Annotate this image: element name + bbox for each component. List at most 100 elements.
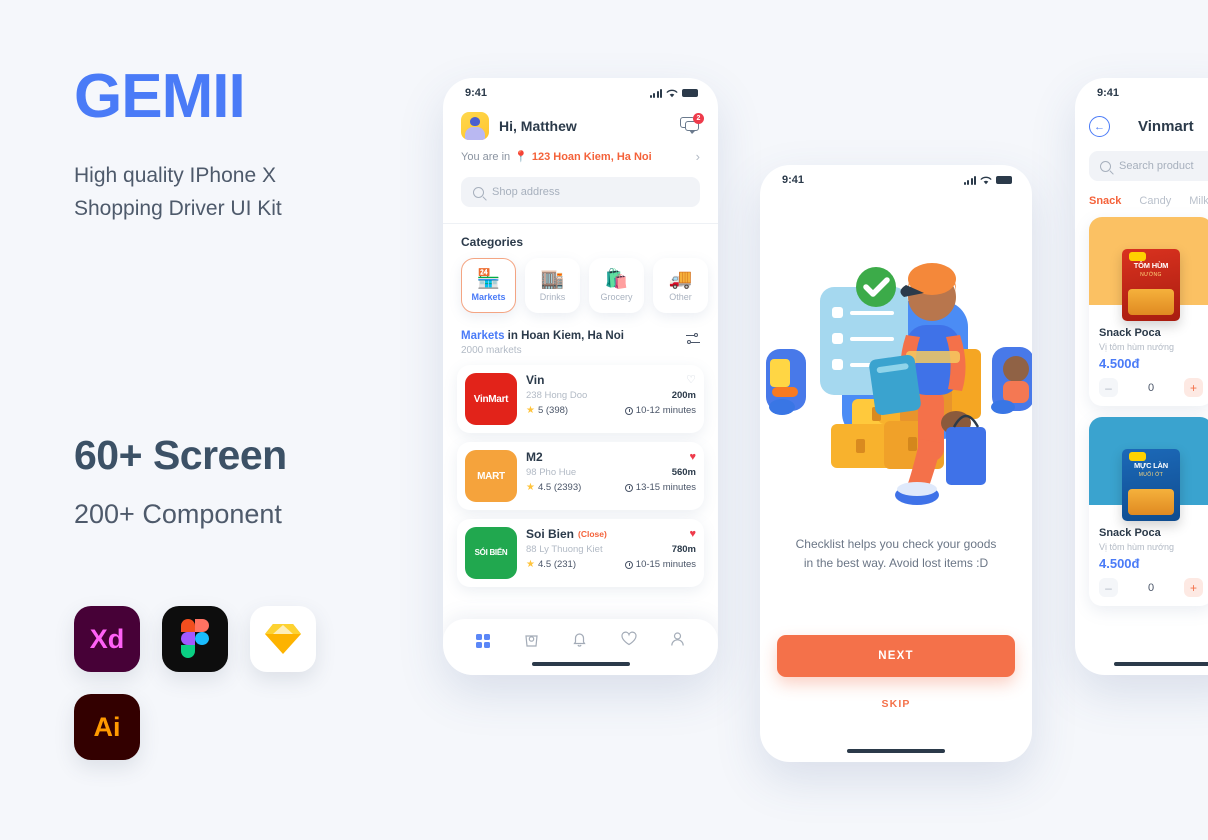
product-price: 4.500đ bbox=[1099, 556, 1140, 571]
store-logo: VinMart bbox=[465, 373, 517, 425]
skip-button[interactable]: SKIP bbox=[760, 698, 1032, 710]
market-address: 98 Pho Hue bbox=[526, 467, 577, 478]
market-name: M2 bbox=[526, 450, 543, 464]
tagline-line-2: Shopping Driver UI Kit bbox=[74, 196, 282, 220]
battery-icon bbox=[682, 89, 698, 97]
app-icon-group: Xd Ai bbox=[74, 606, 316, 782]
next-button[interactable]: NEXT bbox=[777, 635, 1015, 677]
status-time: 9:41 bbox=[782, 174, 805, 186]
snack-packet-icon: MỰC LÀN MUỐI ỚT bbox=[1122, 449, 1180, 521]
tab-home[interactable] bbox=[475, 633, 491, 649]
store-logo-text: MART bbox=[477, 470, 505, 482]
categories-row: 🏪 Markets 🏬 Drinks 🛍️ Grocery 🚚 Other bbox=[443, 249, 718, 313]
sketch-icon[interactable] bbox=[250, 606, 316, 672]
category-markets[interactable]: 🏪 Markets bbox=[461, 258, 516, 313]
category-other[interactable]: 🚚 Other bbox=[653, 258, 708, 313]
favorite-icon[interactable]: ♥ bbox=[689, 528, 696, 540]
product-card[interactable]: TÔM HÙM NƯỚNG Snack Poca Vị tôm hùm nướn… bbox=[1089, 217, 1208, 406]
rating-value: 4.5 (2393) bbox=[537, 482, 582, 493]
packet-subtitle: MUỐI ỚT bbox=[1138, 472, 1164, 478]
market-name: Soi Bien bbox=[526, 527, 575, 541]
avatar[interactable] bbox=[461, 112, 489, 140]
product-grid: TÔM HÙM NƯỚNG Snack Poca Vị tôm hùm nướn… bbox=[1075, 207, 1208, 606]
packet-subtitle: NƯỚNG bbox=[1140, 272, 1162, 278]
list-header-text: Markets in Hoan Kiem, Ha Noi 2000 market… bbox=[461, 330, 686, 356]
chat-icon[interactable]: 2 bbox=[680, 113, 704, 135]
increment-button[interactable]: + bbox=[1184, 378, 1203, 397]
products-header: ← Vinmart bbox=[1075, 108, 1208, 137]
decrement-button[interactable]: – bbox=[1099, 578, 1118, 597]
list-title-rest: in Hoan Kiem, Ha Noi bbox=[504, 330, 624, 342]
promo-stage: GEMII High quality IPhone X Shopping Dri… bbox=[0, 0, 1208, 840]
favorite-icon[interactable]: ♡ bbox=[686, 374, 696, 386]
market-list-header: Markets in Hoan Kiem, Ha Noi 2000 market… bbox=[443, 313, 718, 356]
market-address: 88 Ly Thuong Kiet bbox=[526, 544, 603, 555]
market-row[interactable]: SÓI BIỂN Soi Bien (Close) ♥ 88 Ly Thuong… bbox=[457, 519, 704, 587]
stats-block: 60+ Screen 200+ Component bbox=[74, 432, 494, 530]
tab-profile[interactable] bbox=[670, 631, 685, 652]
product-card[interactable]: MỰC LÀN MUỐI ỚT Snack Poca Vị tôm hùm nư… bbox=[1089, 417, 1208, 606]
adobe-illustrator-icon[interactable]: Ai bbox=[74, 694, 140, 760]
grocery-icon: 🛍️ bbox=[604, 268, 629, 290]
search-placeholder: Shop address bbox=[492, 186, 560, 198]
app-icon-row-2: Ai bbox=[74, 694, 316, 760]
market-distance: 200m bbox=[671, 390, 696, 401]
user-icon bbox=[671, 631, 685, 646]
product-flavor: Vị tôm hùm nướng bbox=[1099, 542, 1174, 552]
location-row[interactable]: You are in 📍 123 Hoan Kiem, Ha Noi › bbox=[461, 149, 700, 164]
store-title: Vinmart bbox=[1138, 118, 1194, 135]
search-input[interactable]: Shop address bbox=[461, 177, 700, 207]
chevron-right-icon: › bbox=[695, 149, 700, 164]
market-name-row: M2 ♥ bbox=[526, 450, 696, 464]
packet-brand-logo bbox=[1129, 252, 1146, 261]
product-search-input[interactable]: Search product bbox=[1089, 151, 1208, 181]
favorite-icon[interactable]: ♥ bbox=[689, 451, 696, 463]
promo-header: GEMII High quality IPhone X Shopping Dri… bbox=[74, 66, 424, 225]
list-title-highlight: Markets bbox=[461, 330, 505, 342]
figma-icon[interactable] bbox=[162, 606, 228, 672]
market-row[interactable]: MART M2 ♥ 98 Pho Hue 560m ★ 4.5 (2393) 1… bbox=[457, 442, 704, 510]
back-arrow-icon[interactable]: ← bbox=[1089, 116, 1110, 137]
category-label: Markets bbox=[471, 291, 506, 302]
adobe-xd-icon[interactable]: Xd bbox=[74, 606, 140, 672]
tab-notifications[interactable] bbox=[572, 631, 587, 652]
tab-orders[interactable] bbox=[524, 631, 539, 652]
market-row[interactable]: VinMart Vin ♡ 238 Hong Doo 200m ★ 5 (398… bbox=[457, 365, 704, 433]
market-rating: ★ 4.5 (2393) bbox=[526, 482, 625, 493]
tagline-line-1: High quality IPhone X bbox=[74, 164, 276, 187]
tab-milk[interactable]: Milk bbox=[1189, 195, 1208, 207]
tab-snack[interactable]: Snack bbox=[1089, 195, 1121, 207]
bag-icon bbox=[525, 634, 538, 647]
onboarding-illustration bbox=[760, 239, 1032, 529]
bottom-tab-bar bbox=[443, 619, 718, 675]
sketch-diamond-glyph bbox=[265, 624, 301, 654]
tab-favorites[interactable] bbox=[621, 631, 637, 651]
other-icon: 🚚 bbox=[668, 268, 693, 290]
category-drinks[interactable]: 🏬 Drinks bbox=[525, 258, 580, 313]
market-name: Vin bbox=[526, 373, 545, 387]
filter-icon[interactable] bbox=[686, 333, 700, 345]
rating-value: 4.5 (231) bbox=[537, 559, 576, 570]
product-category-tabs: Snack Candy Milk bbox=[1075, 181, 1208, 207]
side-figure-right bbox=[991, 347, 1032, 414]
category-label: Other bbox=[669, 291, 692, 302]
increment-button[interactable]: + bbox=[1184, 578, 1203, 597]
market-rating: ★ 4.5 (231) bbox=[526, 559, 625, 570]
store-logo: SÓI BIỂN bbox=[465, 527, 517, 579]
tab-candy[interactable]: Candy bbox=[1139, 195, 1171, 207]
category-grocery[interactable]: 🛍️ Grocery bbox=[589, 258, 644, 313]
status-bar: 9:41 bbox=[443, 78, 718, 108]
product-name: Snack Poca bbox=[1099, 527, 1161, 539]
clock-icon bbox=[624, 560, 633, 569]
grid-icon bbox=[475, 633, 491, 649]
time-value: 10-15 minutes bbox=[635, 559, 696, 570]
packet-brand-logo bbox=[1129, 452, 1146, 461]
tagline: High quality IPhone X Shopping Driver UI… bbox=[74, 160, 424, 225]
market-meta-row: ★ 5 (398) 10-12 minutes bbox=[526, 405, 696, 416]
product-flavor: Vị tôm hùm nướng bbox=[1099, 342, 1174, 352]
packet-food-art bbox=[1128, 289, 1174, 315]
decrement-button[interactable]: – bbox=[1099, 378, 1118, 397]
quantity-stepper: – 0 + bbox=[1099, 578, 1203, 597]
search-icon bbox=[473, 186, 484, 198]
market-details: Soi Bien (Close) ♥ 88 Ly Thuong Kiet 780… bbox=[526, 527, 696, 579]
